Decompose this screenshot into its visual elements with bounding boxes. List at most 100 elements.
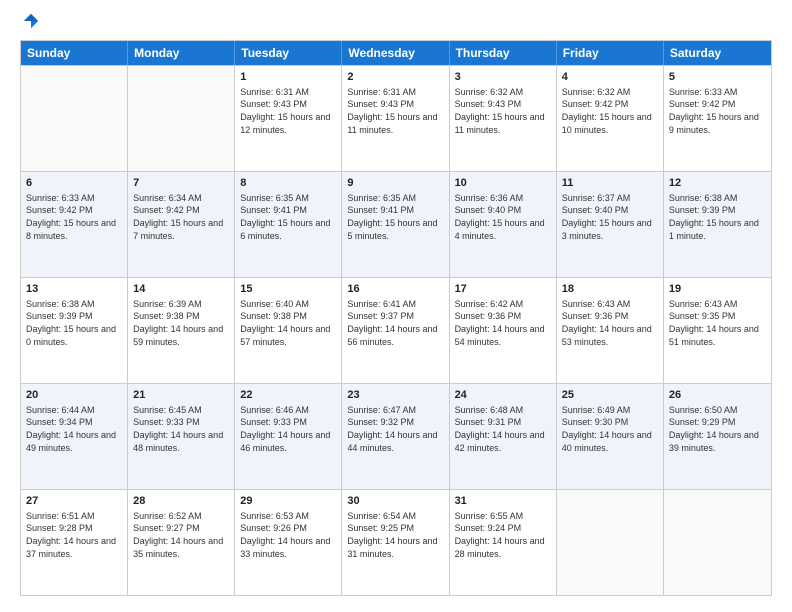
cell-info: Sunrise: 6:40 AM Sunset: 9:38 PM Dayligh…	[240, 298, 336, 348]
day-number: 15	[240, 282, 336, 297]
day-cell-18: 18Sunrise: 6:43 AM Sunset: 9:36 PM Dayli…	[557, 278, 664, 383]
cell-info: Sunrise: 6:50 AM Sunset: 9:29 PM Dayligh…	[669, 404, 766, 454]
cell-info: Sunrise: 6:46 AM Sunset: 9:33 PM Dayligh…	[240, 404, 336, 454]
header-cell-friday: Friday	[557, 41, 664, 65]
day-cell-25: 25Sunrise: 6:49 AM Sunset: 9:30 PM Dayli…	[557, 384, 664, 489]
day-number: 25	[562, 388, 658, 403]
cell-info: Sunrise: 6:39 AM Sunset: 9:38 PM Dayligh…	[133, 298, 229, 348]
header-cell-thursday: Thursday	[450, 41, 557, 65]
cell-info: Sunrise: 6:32 AM Sunset: 9:43 PM Dayligh…	[455, 86, 551, 136]
day-number: 16	[347, 282, 443, 297]
day-cell-20: 20Sunrise: 6:44 AM Sunset: 9:34 PM Dayli…	[21, 384, 128, 489]
header-cell-sunday: Sunday	[21, 41, 128, 65]
day-number: 3	[455, 70, 551, 85]
cell-info: Sunrise: 6:49 AM Sunset: 9:30 PM Dayligh…	[562, 404, 658, 454]
day-cell-13: 13Sunrise: 6:38 AM Sunset: 9:39 PM Dayli…	[21, 278, 128, 383]
cell-info: Sunrise: 6:52 AM Sunset: 9:27 PM Dayligh…	[133, 510, 229, 560]
day-number: 5	[669, 70, 766, 85]
calendar-page: SundayMondayTuesdayWednesdayThursdayFrid…	[0, 0, 792, 612]
day-number: 26	[669, 388, 766, 403]
empty-cell	[21, 66, 128, 171]
empty-cell	[557, 490, 664, 595]
day-number: 14	[133, 282, 229, 297]
day-cell-9: 9Sunrise: 6:35 AM Sunset: 9:41 PM Daylig…	[342, 172, 449, 277]
cell-info: Sunrise: 6:31 AM Sunset: 9:43 PM Dayligh…	[347, 86, 443, 136]
logo-icon	[22, 12, 40, 30]
day-cell-15: 15Sunrise: 6:40 AM Sunset: 9:38 PM Dayli…	[235, 278, 342, 383]
calendar-grid: SundayMondayTuesdayWednesdayThursdayFrid…	[20, 40, 772, 596]
day-number: 12	[669, 176, 766, 191]
day-number: 10	[455, 176, 551, 191]
day-number: 18	[562, 282, 658, 297]
cell-info: Sunrise: 6:54 AM Sunset: 9:25 PM Dayligh…	[347, 510, 443, 560]
day-number: 22	[240, 388, 336, 403]
day-cell-14: 14Sunrise: 6:39 AM Sunset: 9:38 PM Dayli…	[128, 278, 235, 383]
header-cell-monday: Monday	[128, 41, 235, 65]
cell-info: Sunrise: 6:33 AM Sunset: 9:42 PM Dayligh…	[669, 86, 766, 136]
day-number: 7	[133, 176, 229, 191]
cell-info: Sunrise: 6:37 AM Sunset: 9:40 PM Dayligh…	[562, 192, 658, 242]
day-number: 19	[669, 282, 766, 297]
empty-cell	[128, 66, 235, 171]
day-cell-30: 30Sunrise: 6:54 AM Sunset: 9:25 PM Dayli…	[342, 490, 449, 595]
day-number: 23	[347, 388, 443, 403]
day-cell-11: 11Sunrise: 6:37 AM Sunset: 9:40 PM Dayli…	[557, 172, 664, 277]
day-cell-8: 8Sunrise: 6:35 AM Sunset: 9:41 PM Daylig…	[235, 172, 342, 277]
week-row-1: 1Sunrise: 6:31 AM Sunset: 9:43 PM Daylig…	[21, 65, 771, 171]
day-cell-6: 6Sunrise: 6:33 AM Sunset: 9:42 PM Daylig…	[21, 172, 128, 277]
day-cell-3: 3Sunrise: 6:32 AM Sunset: 9:43 PM Daylig…	[450, 66, 557, 171]
cell-info: Sunrise: 6:36 AM Sunset: 9:40 PM Dayligh…	[455, 192, 551, 242]
day-cell-24: 24Sunrise: 6:48 AM Sunset: 9:31 PM Dayli…	[450, 384, 557, 489]
cell-info: Sunrise: 6:38 AM Sunset: 9:39 PM Dayligh…	[669, 192, 766, 242]
cell-info: Sunrise: 6:55 AM Sunset: 9:24 PM Dayligh…	[455, 510, 551, 560]
week-row-2: 6Sunrise: 6:33 AM Sunset: 9:42 PM Daylig…	[21, 171, 771, 277]
cell-info: Sunrise: 6:33 AM Sunset: 9:42 PM Dayligh…	[26, 192, 122, 242]
day-cell-27: 27Sunrise: 6:51 AM Sunset: 9:28 PM Dayli…	[21, 490, 128, 595]
day-cell-2: 2Sunrise: 6:31 AM Sunset: 9:43 PM Daylig…	[342, 66, 449, 171]
cell-info: Sunrise: 6:53 AM Sunset: 9:26 PM Dayligh…	[240, 510, 336, 560]
cell-info: Sunrise: 6:42 AM Sunset: 9:36 PM Dayligh…	[455, 298, 551, 348]
day-cell-5: 5Sunrise: 6:33 AM Sunset: 9:42 PM Daylig…	[664, 66, 771, 171]
cell-info: Sunrise: 6:31 AM Sunset: 9:43 PM Dayligh…	[240, 86, 336, 136]
day-number: 2	[347, 70, 443, 85]
cell-info: Sunrise: 6:45 AM Sunset: 9:33 PM Dayligh…	[133, 404, 229, 454]
week-row-4: 20Sunrise: 6:44 AM Sunset: 9:34 PM Dayli…	[21, 383, 771, 489]
cell-info: Sunrise: 6:47 AM Sunset: 9:32 PM Dayligh…	[347, 404, 443, 454]
cell-info: Sunrise: 6:34 AM Sunset: 9:42 PM Dayligh…	[133, 192, 229, 242]
day-cell-28: 28Sunrise: 6:52 AM Sunset: 9:27 PM Dayli…	[128, 490, 235, 595]
day-cell-10: 10Sunrise: 6:36 AM Sunset: 9:40 PM Dayli…	[450, 172, 557, 277]
day-cell-12: 12Sunrise: 6:38 AM Sunset: 9:39 PM Dayli…	[664, 172, 771, 277]
calendar-header-row: SundayMondayTuesdayWednesdayThursdayFrid…	[21, 41, 771, 65]
day-cell-26: 26Sunrise: 6:50 AM Sunset: 9:29 PM Dayli…	[664, 384, 771, 489]
day-cell-23: 23Sunrise: 6:47 AM Sunset: 9:32 PM Dayli…	[342, 384, 449, 489]
day-number: 31	[455, 494, 551, 509]
day-number: 6	[26, 176, 122, 191]
day-number: 21	[133, 388, 229, 403]
day-cell-17: 17Sunrise: 6:42 AM Sunset: 9:36 PM Dayli…	[450, 278, 557, 383]
day-number: 24	[455, 388, 551, 403]
cell-info: Sunrise: 6:48 AM Sunset: 9:31 PM Dayligh…	[455, 404, 551, 454]
week-row-5: 27Sunrise: 6:51 AM Sunset: 9:28 PM Dayli…	[21, 489, 771, 595]
day-number: 8	[240, 176, 336, 191]
day-number: 28	[133, 494, 229, 509]
cell-info: Sunrise: 6:35 AM Sunset: 9:41 PM Dayligh…	[240, 192, 336, 242]
cell-info: Sunrise: 6:43 AM Sunset: 9:36 PM Dayligh…	[562, 298, 658, 348]
day-cell-16: 16Sunrise: 6:41 AM Sunset: 9:37 PM Dayli…	[342, 278, 449, 383]
day-number: 4	[562, 70, 658, 85]
day-number: 30	[347, 494, 443, 509]
day-cell-29: 29Sunrise: 6:53 AM Sunset: 9:26 PM Dayli…	[235, 490, 342, 595]
day-number: 20	[26, 388, 122, 403]
day-cell-7: 7Sunrise: 6:34 AM Sunset: 9:42 PM Daylig…	[128, 172, 235, 277]
day-number: 13	[26, 282, 122, 297]
day-number: 1	[240, 70, 336, 85]
day-number: 27	[26, 494, 122, 509]
cell-info: Sunrise: 6:41 AM Sunset: 9:37 PM Dayligh…	[347, 298, 443, 348]
cell-info: Sunrise: 6:43 AM Sunset: 9:35 PM Dayligh…	[669, 298, 766, 348]
page-header	[20, 16, 772, 30]
cell-info: Sunrise: 6:44 AM Sunset: 9:34 PM Dayligh…	[26, 404, 122, 454]
day-cell-19: 19Sunrise: 6:43 AM Sunset: 9:35 PM Dayli…	[664, 278, 771, 383]
empty-cell	[664, 490, 771, 595]
day-cell-4: 4Sunrise: 6:32 AM Sunset: 9:42 PM Daylig…	[557, 66, 664, 171]
header-cell-tuesday: Tuesday	[235, 41, 342, 65]
calendar-body: 1Sunrise: 6:31 AM Sunset: 9:43 PM Daylig…	[21, 65, 771, 595]
